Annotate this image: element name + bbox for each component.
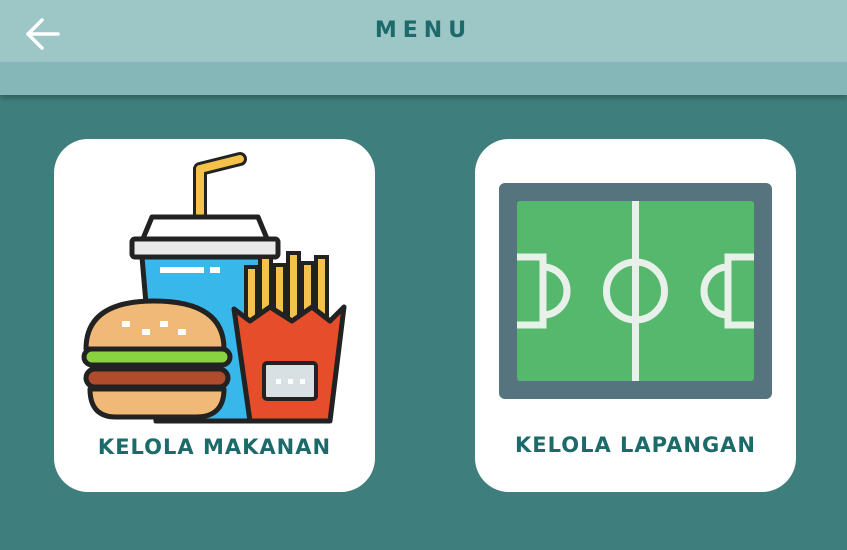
menu-card-kelola-makanan[interactable]: KELOLA MAKANAN	[54, 139, 375, 492]
menu-card-label: KELOLA LAPANGAN	[514, 433, 757, 457]
menu-card-kelola-lapangan[interactable]: KELOLA LAPANGAN	[475, 139, 796, 492]
app-bar-extension	[0, 62, 847, 95]
menu-card-label: KELOLA MAKANAN	[97, 435, 332, 459]
page-title: MENU	[374, 18, 473, 43]
fast-food-icon	[81, 152, 347, 424]
soccer-field-icon	[499, 183, 772, 399]
